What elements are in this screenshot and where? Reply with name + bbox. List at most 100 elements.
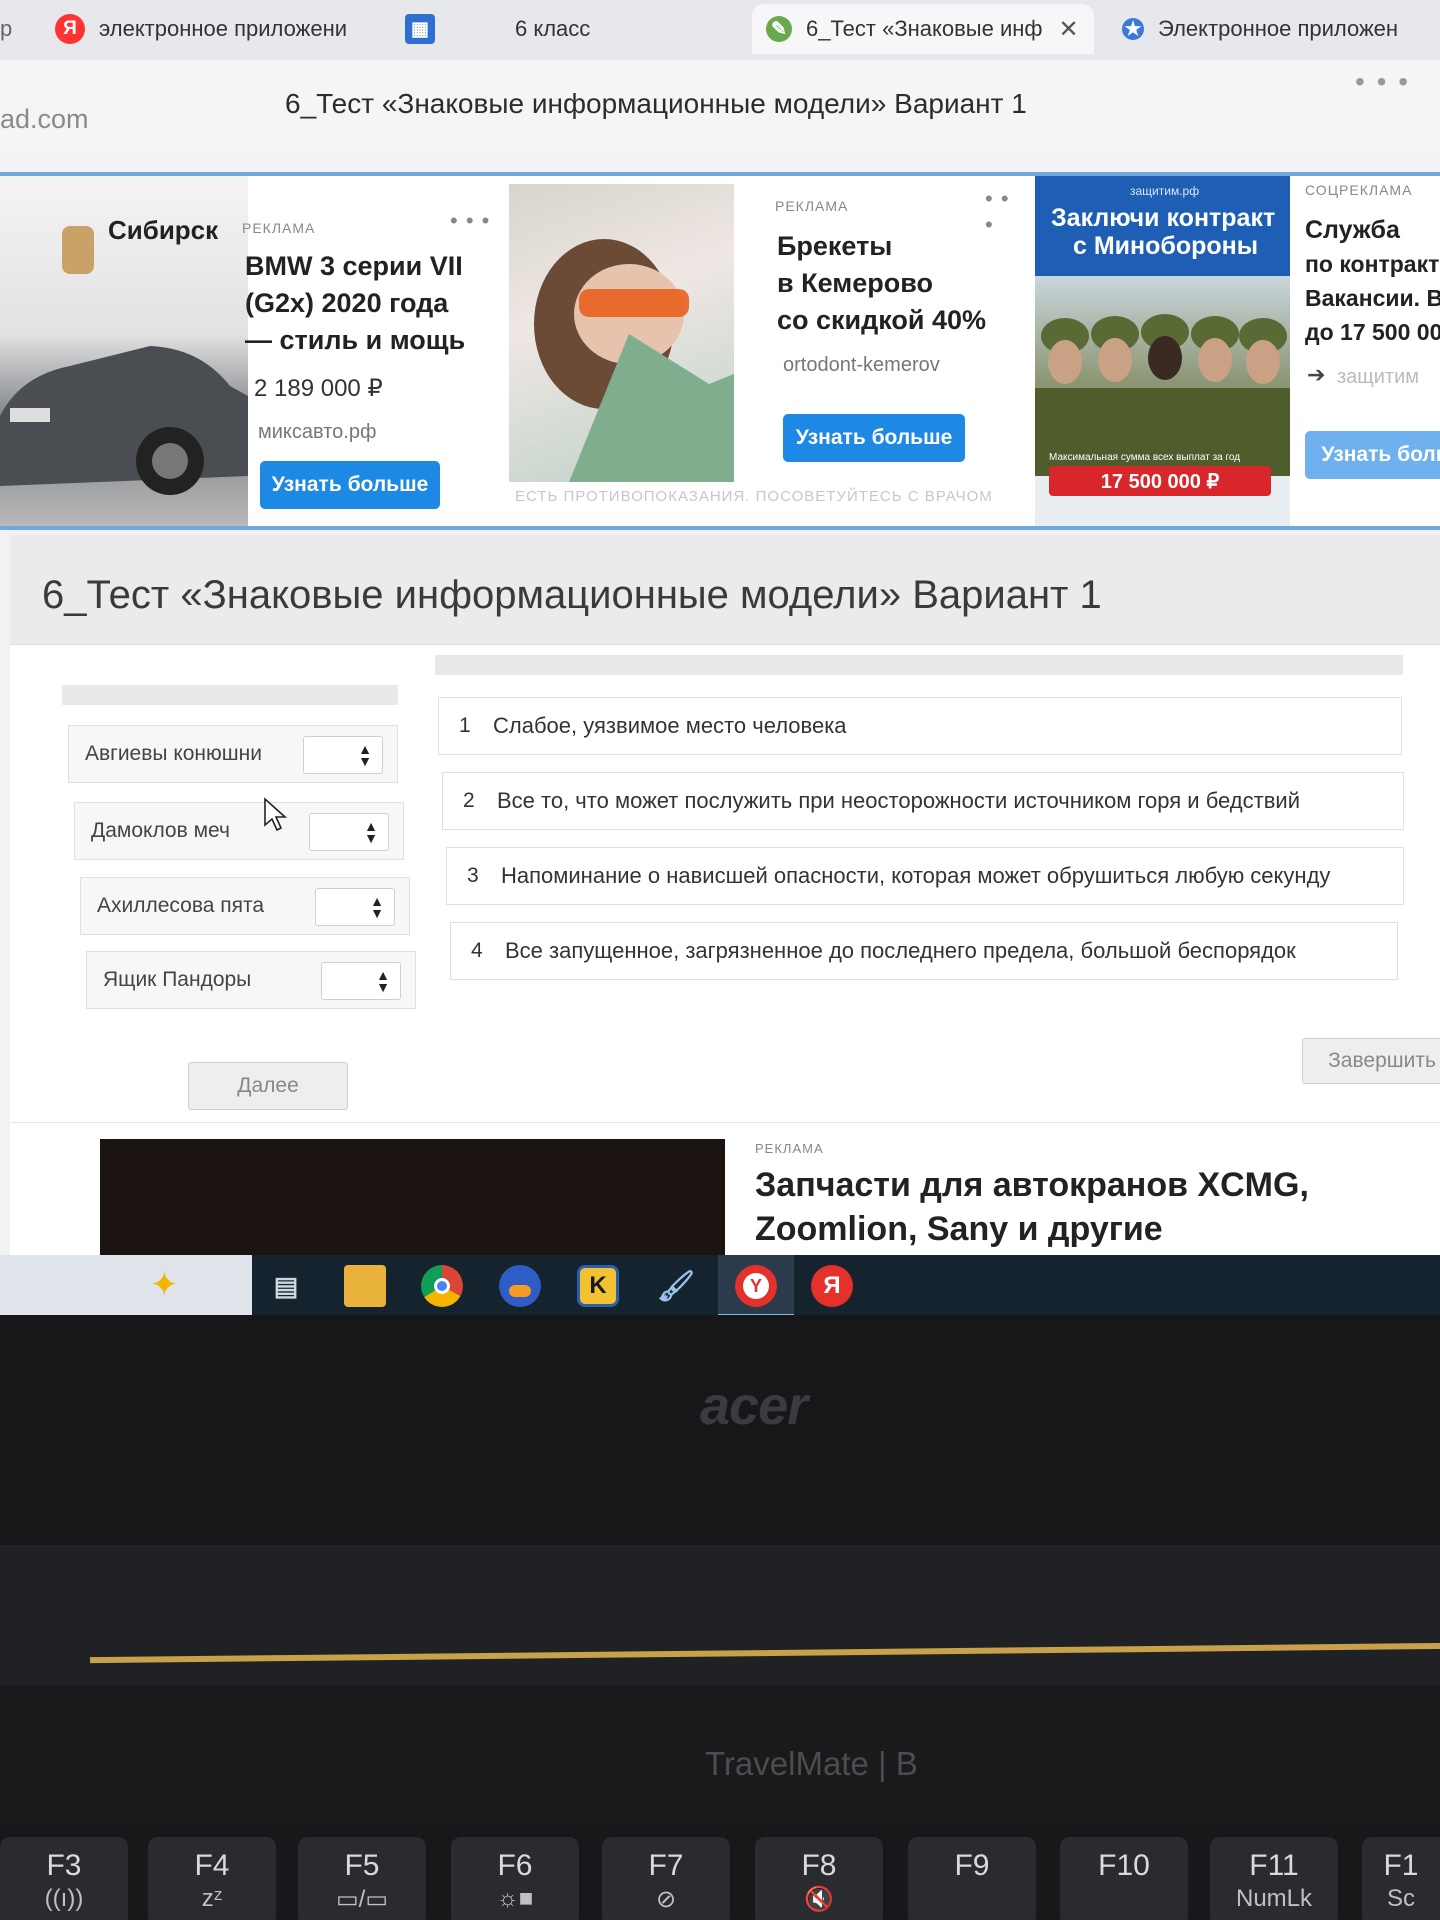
ad-bmw[interactable]: Сибирск РЕКЛАМА • • • BMW 3 серии VII (G… bbox=[0, 176, 500, 526]
key-f3[interactable]: F3 ((ı)) bbox=[0, 1837, 128, 1920]
key-label: F9 bbox=[954, 1849, 990, 1882]
key-sub-label: ▭/▭ bbox=[335, 1886, 389, 1913]
learn-more-button[interactable]: Узнать боль bbox=[1305, 431, 1440, 479]
tab-electronic-app[interactable]: Я электронное приложени bbox=[55, 4, 370, 54]
ad-source[interactable]: миксавто.рф bbox=[258, 421, 376, 444]
definition-row: 3 Напоминание о нависшей опасности, кото… bbox=[446, 847, 1404, 905]
matching-question: Авгиевы конюшни ▲ ▼ Дамоклов меч ▲ ▼ Ахилл… bbox=[10, 645, 1440, 1125]
answer-select[interactable]: ▲ ▼ bbox=[321, 962, 401, 1000]
key-f5[interactable]: F5 ▭/▭ bbox=[298, 1837, 426, 1920]
task-view-icon[interactable]: ▤ bbox=[265, 1265, 307, 1307]
answer-select[interactable]: ▲ ▼ bbox=[303, 736, 383, 774]
ad-braces[interactable]: РЕКЛАМА • • • Брекеты в Кемерово со скид… bbox=[505, 176, 1025, 526]
ad-price: 2 189 000 ₽ bbox=[254, 375, 383, 402]
k-app-icon[interactable]: K bbox=[577, 1265, 619, 1307]
ad-source[interactable]: защитим bbox=[1337, 366, 1419, 389]
term-label: Авгиевы конюшни bbox=[85, 742, 262, 765]
answer-select[interactable]: ▲ ▼ bbox=[309, 813, 389, 851]
definition-text: Напоминание о нависшей опасности, котора… bbox=[501, 863, 1331, 888]
key-label: F1 bbox=[1383, 1849, 1419, 1882]
key-f7[interactable]: F7 ⊘ bbox=[602, 1837, 730, 1920]
finish-button[interactable]: Завершить bbox=[1302, 1038, 1440, 1084]
ad-title-line: со скидкой 40% bbox=[777, 305, 987, 335]
tab-6-class[interactable]: ▦ 6 класс bbox=[405, 4, 635, 54]
definition-number: 1 bbox=[459, 714, 471, 737]
dentist-illustration bbox=[534, 239, 734, 482]
definition-number: 3 bbox=[467, 864, 479, 887]
ad-label: РЕКЛАМА bbox=[755, 1141, 824, 1156]
key-sub-label: NumLk bbox=[1235, 1885, 1313, 1912]
ad-social[interactable]: СОЦРЕКЛАМА Служба по контракт Вакансии. … bbox=[1295, 176, 1440, 526]
ad-title-line: в Кемерово bbox=[777, 268, 933, 298]
ad-more-icon[interactable]: • • • bbox=[450, 208, 490, 234]
tab-partial[interactable]: р bbox=[0, 4, 40, 54]
yandex-browser-icon[interactable]: Y bbox=[735, 1265, 777, 1307]
key-sub-label: ☼■ bbox=[496, 1885, 534, 1912]
next-button[interactable]: Далее bbox=[188, 1062, 348, 1110]
soldiers-image bbox=[1035, 276, 1290, 478]
browser-title-row: ad.com 6_Тест «Знаковые информационные м… bbox=[0, 60, 1440, 152]
ad-title-line: Брекеты bbox=[777, 231, 893, 261]
dentist-image bbox=[509, 184, 734, 482]
key-f4[interactable]: F4 zᶻ bbox=[148, 1837, 276, 1920]
definition-row: 2 Все то, что может послужить при неосто… bbox=[442, 772, 1404, 830]
key-f8[interactable]: F8 🔇 bbox=[755, 1837, 883, 1920]
tab-label: 6_Тест «Знаковые инф bbox=[806, 16, 1043, 41]
ad-brand-text: Сибирск bbox=[108, 215, 219, 245]
term-row: Дамоклов меч ▲ ▼ bbox=[74, 802, 404, 860]
ad-title-line: Zoomlion, Sany и другие bbox=[755, 1210, 1163, 1248]
page-title: 6_Тест «Знаковые информационные модели» … bbox=[285, 88, 1027, 119]
learn-more-button[interactable]: Узнать больше bbox=[260, 461, 440, 509]
banner-site: защитим.рф bbox=[1130, 184, 1200, 198]
quiz-title: 6_Тест «Знаковые информационные модели» … bbox=[42, 573, 1102, 617]
photo-stage: р Я электронное приложени ▦ 6 класс ✎ 6_… bbox=[0, 0, 1440, 1920]
key-label: F4 bbox=[194, 1849, 230, 1882]
tab-test-active[interactable]: ✎ 6_Тест «Знаковые инф ✕ bbox=[752, 4, 1094, 54]
sparkle-icon: ✦ bbox=[150, 1266, 179, 1304]
key-f11[interactable]: F11 NumLk bbox=[1210, 1837, 1338, 1920]
laptop-brand: acer bbox=[700, 1376, 808, 1436]
key-f6[interactable]: F6 ☼■ bbox=[451, 1837, 579, 1920]
key-label: F8 bbox=[801, 1849, 837, 1882]
select-arrows-icon: ▲ ▼ bbox=[358, 741, 372, 769]
url-fragment[interactable]: ad.com bbox=[0, 104, 89, 135]
chrome-icon[interactable] bbox=[421, 1265, 463, 1307]
ad-source[interactable]: ortodont-kemerov bbox=[783, 354, 940, 377]
key-f12[interactable]: F1 Sc bbox=[1362, 1837, 1440, 1920]
ad-label: РЕКЛАМА bbox=[242, 220, 316, 236]
definition-number: 4 bbox=[471, 939, 483, 962]
key-sub-label: zᶻ bbox=[201, 1885, 223, 1912]
keyboard-function-row: F3 ((ı)) F4 zᶻ F5 ▭/▭ F6 ☼■ F7 ⊘ F8 🔇 F9 F10 F… bbox=[0, 1825, 1440, 1920]
banner-title-line: Заключи контракт bbox=[1051, 204, 1276, 232]
key-label: F3 bbox=[46, 1849, 82, 1882]
laptop-screen: р Я электронное приложени ▦ 6 класс ✎ 6_… bbox=[0, 0, 1440, 1315]
menu-dots-icon[interactable]: • • • bbox=[1355, 66, 1410, 98]
key-label: F10 bbox=[1098, 1849, 1150, 1882]
taskbar-search-area[interactable]: ✦ bbox=[0, 1255, 252, 1315]
key-label: F7 bbox=[648, 1849, 684, 1882]
tab-label: электронное приложени bbox=[99, 16, 348, 41]
learn-more-button[interactable]: Узнать больше bbox=[783, 414, 965, 462]
headphones-icon[interactable] bbox=[499, 1265, 541, 1307]
term-label: Ахиллесова пята bbox=[97, 894, 265, 917]
definition-text: Все то, что может послужить при неосторо… bbox=[497, 788, 1300, 813]
tab-label: р bbox=[0, 16, 13, 41]
definition-number: 2 bbox=[463, 789, 475, 812]
ad-title-line: Вакансии. В bbox=[1305, 285, 1440, 311]
ad-title-line: Служба bbox=[1305, 216, 1400, 244]
paint-icon[interactable]: 🖌 bbox=[655, 1265, 697, 1307]
browser-tab-bar: р Я электронное приложени ▦ 6 класс ✎ 6_… bbox=[0, 0, 1440, 60]
key-f9[interactable]: F9 bbox=[908, 1837, 1036, 1920]
key-f10[interactable]: F10 bbox=[1060, 1837, 1188, 1920]
close-icon[interactable]: ✕ bbox=[1059, 15, 1079, 44]
ad-army-banner[interactable]: защитим.рф Заключи контракт с Минобороны… bbox=[1035, 176, 1290, 526]
key-sub-label: 🔇 bbox=[804, 1886, 834, 1913]
file-explorer-icon[interactable] bbox=[344, 1265, 386, 1307]
select-arrows-icon: ▲ ▼ bbox=[370, 893, 384, 921]
tab-label: 6 класс bbox=[515, 16, 591, 41]
tab-electronic-app-2[interactable]: ★ Электронное приложен bbox=[1122, 4, 1440, 54]
yandex-icon[interactable]: Я bbox=[811, 1265, 853, 1307]
ad-more-icon[interactable]: • • • bbox=[985, 186, 1025, 238]
answer-select[interactable]: ▲ ▼ bbox=[315, 888, 395, 926]
select-arrows-icon: ▲ ▼ bbox=[376, 967, 390, 995]
